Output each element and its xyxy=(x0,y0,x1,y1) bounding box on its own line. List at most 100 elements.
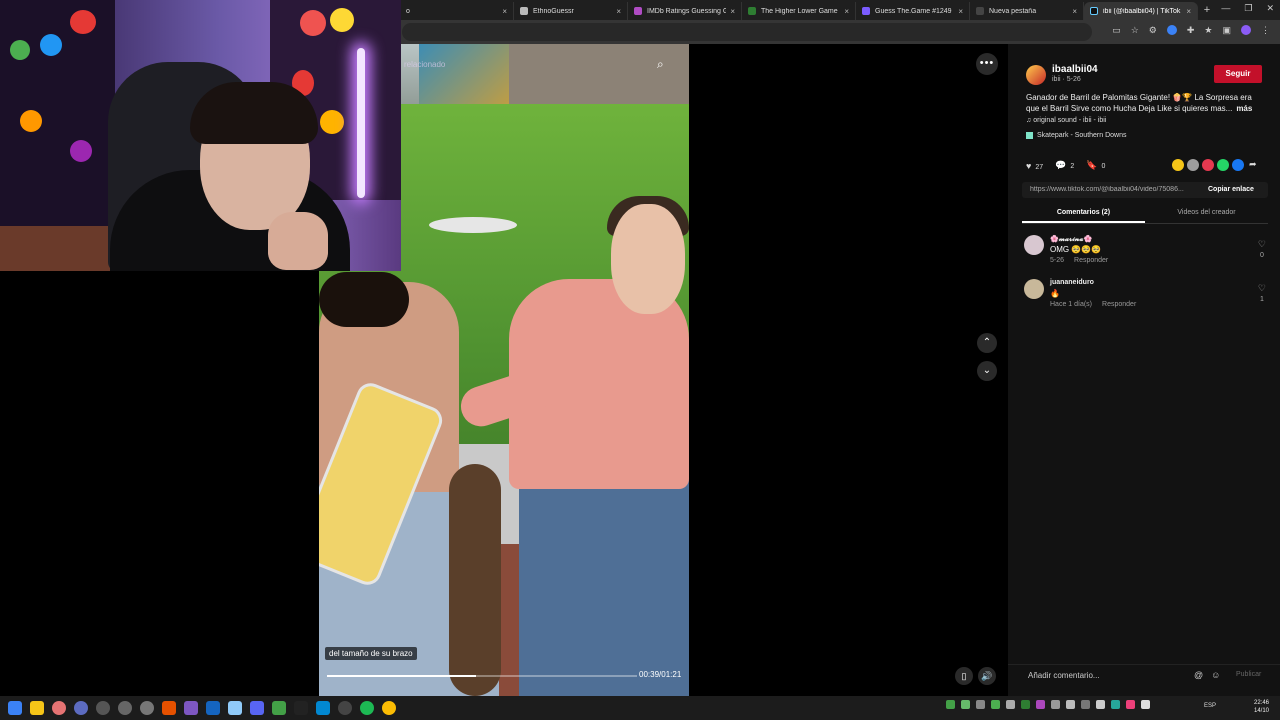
tab-7-active[interactable]: ibii (@ibaalbii04) | TikTok × xyxy=(1084,2,1198,20)
mention-icon[interactable]: @ xyxy=(1194,670,1203,680)
new-tab-button[interactable]: + xyxy=(1198,4,1216,16)
tray-icon[interactable] xyxy=(1126,700,1135,709)
tray-icon[interactable] xyxy=(1006,700,1015,709)
save-stat[interactable]: 🔖 0 xyxy=(1086,160,1105,171)
comment-input[interactable]: Añadir comentario... xyxy=(1028,671,1100,680)
video-progress-bar[interactable] xyxy=(327,675,637,677)
system-clock[interactable]: 22:46 14/10 xyxy=(1254,699,1269,715)
share-embed-icon[interactable] xyxy=(1172,159,1184,171)
miniplayer-icon[interactable]: ▯ xyxy=(955,667,973,685)
commenter-avatar[interactable] xyxy=(1024,279,1044,299)
commenter-name[interactable]: 🌸𝓶𝓪𝓻𝓲𝓷𝓪🌸 xyxy=(1050,235,1092,244)
share-send-icon[interactable] xyxy=(1202,159,1214,171)
comment-like-button[interactable]: ♡ 0 xyxy=(1258,239,1266,259)
author-username[interactable]: ibaalbii04 xyxy=(1052,64,1098,75)
chrome-icon[interactable] xyxy=(382,701,396,715)
commenter-name[interactable]: juananeiduro xyxy=(1050,279,1094,286)
tray-icon[interactable] xyxy=(1141,700,1150,709)
tab-comments[interactable]: Comentarios (2) xyxy=(1022,204,1145,223)
tray-icon[interactable] xyxy=(976,700,985,709)
app-icon[interactable] xyxy=(272,701,286,715)
app-icon[interactable] xyxy=(96,701,110,715)
bookmark-star-icon[interactable]: ☆ xyxy=(1131,25,1139,36)
share-friends-icon[interactable] xyxy=(1187,159,1199,171)
minimize-icon[interactable]: — xyxy=(1221,3,1230,14)
close-icon[interactable]: × xyxy=(844,7,849,16)
windows-start-icon[interactable] xyxy=(8,701,22,715)
menu-icon[interactable]: ⋮ xyxy=(1261,25,1270,36)
tray-icon[interactable] xyxy=(1051,700,1060,709)
close-icon[interactable]: × xyxy=(730,7,735,16)
volume-icon[interactable]: 🔊 xyxy=(978,667,996,685)
tray-icon[interactable] xyxy=(1021,700,1030,709)
more-options-button[interactable]: ••• xyxy=(976,53,998,75)
tab-6[interactable]: Nueva pestaña × xyxy=(970,2,1084,20)
app-icon[interactable] xyxy=(118,701,132,715)
url-field[interactable] xyxy=(402,23,1092,41)
more-link[interactable]: más xyxy=(1236,104,1252,113)
reply-button[interactable]: Responder xyxy=(1074,257,1108,264)
tray-icon[interactable] xyxy=(961,700,970,709)
author-avatar[interactable] xyxy=(1026,65,1046,85)
publish-button[interactable]: Publicar xyxy=(1236,671,1261,678)
whatsapp-icon[interactable] xyxy=(1217,159,1229,171)
tray-icon[interactable] xyxy=(1081,700,1090,709)
tab-4[interactable]: The Higher Lower Game × xyxy=(742,2,856,20)
tray-icon[interactable] xyxy=(1066,700,1075,709)
emoji-icon[interactable]: ☺ xyxy=(1211,670,1220,680)
like-stat[interactable]: ♥ 27 xyxy=(1026,161,1043,171)
install-icon[interactable]: ▭ xyxy=(1112,25,1121,36)
tab-5[interactable]: Guess The.Game #1249 × xyxy=(856,2,970,20)
comment-stat[interactable]: 💬 2 xyxy=(1055,160,1074,171)
close-icon[interactable]: × xyxy=(1072,7,1077,16)
next-video-button[interactable]: ⌄ xyxy=(977,361,997,381)
app-icon[interactable] xyxy=(316,701,330,715)
close-window-icon[interactable]: ✕ xyxy=(1266,3,1274,14)
app-icon[interactable] xyxy=(140,701,154,715)
commenter-avatar[interactable] xyxy=(1024,235,1044,255)
twitch-icon[interactable] xyxy=(184,701,198,715)
related-label[interactable]: relacionado xyxy=(404,60,445,69)
tray-icon[interactable] xyxy=(1036,700,1045,709)
extension-blue-icon[interactable] xyxy=(1166,25,1177,35)
app-icon[interactable] xyxy=(74,701,88,715)
maximize-icon[interactable]: ❐ xyxy=(1244,3,1252,14)
tray-icon[interactable] xyxy=(991,700,1000,709)
tab-creator-videos[interactable]: Videos del creador xyxy=(1145,204,1268,223)
file-explorer-icon[interactable] xyxy=(30,701,44,715)
steam-icon[interactable] xyxy=(206,701,220,715)
discord-icon[interactable] xyxy=(250,701,264,715)
tab-3[interactable]: IMDb Ratings Guessing Game× xyxy=(628,2,742,20)
cast-icon[interactable]: ▣ xyxy=(1222,25,1231,36)
reply-button[interactable]: Responder xyxy=(1102,301,1136,308)
share-more-icon[interactable]: ➦ xyxy=(1249,159,1257,171)
copy-link-button[interactable]: Copiar enlace xyxy=(1208,186,1254,193)
search-icon[interactable]: ⌕ xyxy=(657,57,671,71)
comment-like-button[interactable]: ♡ 1 xyxy=(1258,283,1266,303)
app-icon[interactable] xyxy=(228,701,242,715)
language-indicator[interactable]: ESP xyxy=(1204,703,1216,709)
tray-icon[interactable] xyxy=(946,700,955,709)
app-icon[interactable] xyxy=(338,701,352,715)
app-icon[interactable] xyxy=(162,701,176,715)
tray-icon[interactable] xyxy=(1111,700,1120,709)
profile-avatar[interactable] xyxy=(1241,25,1251,35)
facebook-icon[interactable] xyxy=(1232,159,1244,171)
close-icon[interactable]: × xyxy=(502,7,507,16)
spotify-icon[interactable] xyxy=(360,701,374,715)
close-icon[interactable]: × xyxy=(1186,7,1191,16)
close-icon[interactable]: × xyxy=(616,7,621,16)
close-icon[interactable]: × xyxy=(958,7,963,16)
puzzle-icon[interactable]: ✚ xyxy=(1187,25,1195,36)
tray-icon[interactable] xyxy=(1096,700,1105,709)
sound-link[interactable]: ♫ original sound - ibii - ibii xyxy=(1026,117,1106,124)
bookmarks-icon[interactable]: ★ xyxy=(1204,25,1212,36)
previous-video-button[interactable]: ⌃ xyxy=(977,333,997,353)
location-link[interactable]: Skatepark - Southern Downs xyxy=(1026,132,1127,139)
tab-1[interactable]: o × xyxy=(400,2,514,20)
tiktok-app-icon[interactable] xyxy=(294,701,308,715)
follow-button[interactable]: Seguir xyxy=(1214,65,1262,83)
tab-2[interactable]: EthnoGuessr × xyxy=(514,2,628,20)
extension-icon[interactable]: ⚙ xyxy=(1149,25,1157,36)
search-app-icon[interactable] xyxy=(52,701,66,715)
